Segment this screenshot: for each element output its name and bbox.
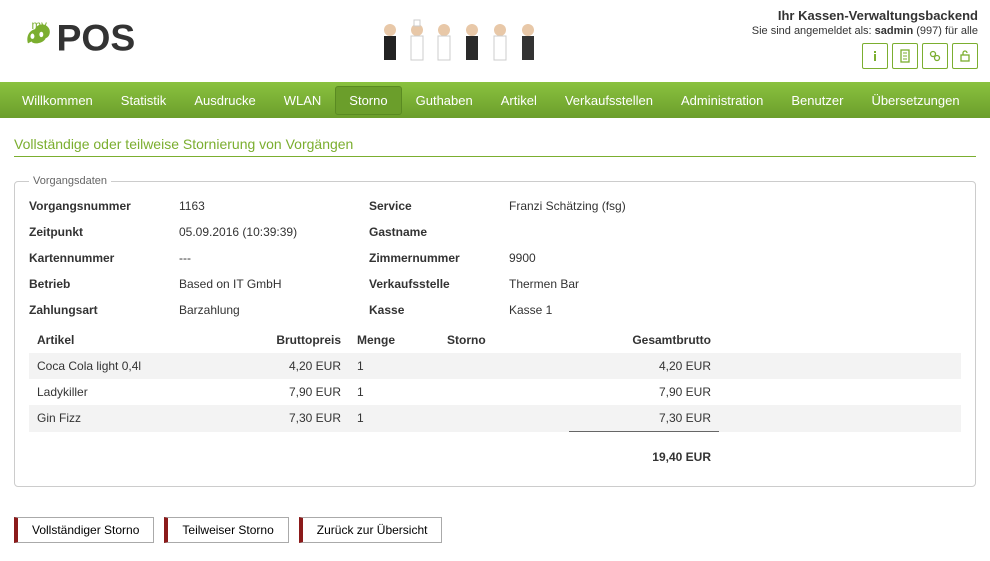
value-gastname (509, 225, 709, 239)
back-button[interactable]: Zurück zur Übersicht (299, 517, 443, 543)
nav-willkommen[interactable]: Willkommen (8, 85, 107, 116)
cell-menge: 1 (349, 353, 439, 379)
value-verkaufsstelle: Thermen Bar (509, 277, 709, 291)
value-service: Franzi Schätzing (fsg) (509, 199, 709, 213)
col-storno: Storno (439, 327, 569, 353)
label-kartennummer: Kartennummer (29, 251, 169, 265)
cell-artikel: Coca Cola light 0,4l (29, 353, 219, 379)
partial-storno-button[interactable]: Teilweiser Storno (164, 517, 288, 543)
value-kasse: Kasse 1 (509, 303, 709, 317)
cell-gesamtbrutto: 7,30 EUR (569, 405, 719, 432)
cell-bruttopreis: 4,20 EUR (219, 353, 349, 379)
label-gastname: Gastname (369, 225, 499, 239)
table-row: Coca Cola light 0,4l4,20 EUR14,20 EUR (29, 353, 961, 379)
svg-text:POS: POS (56, 16, 135, 58)
col-menge: Menge (349, 327, 439, 353)
label-betrieb: Betrieb (29, 277, 169, 291)
cell-storno (439, 379, 569, 405)
label-zeitpunkt: Zeitpunkt (29, 225, 169, 239)
col-bruttopreis: Bruttopreis (219, 327, 349, 353)
cell-bruttopreis: 7,30 EUR (219, 405, 349, 432)
total-value: 19,40 EUR (569, 444, 719, 470)
full-storno-button[interactable]: Vollständiger Storno (14, 517, 154, 543)
table-row: Gin Fizz7,30 EUR17,30 EUR (29, 405, 961, 432)
nav-statistik[interactable]: Statistik (107, 85, 181, 116)
cell-gesamtbrutto: 4,20 EUR (569, 353, 719, 379)
vorgangsdaten-fieldset: Vorgangsdaten Vorgangsnummer 1163 Servic… (14, 175, 976, 487)
cell-storno (439, 353, 569, 379)
cell-artikel: Gin Fizz (29, 405, 219, 432)
info-icon[interactable] (862, 43, 888, 69)
label-zimmernummer: Zimmernummer (369, 251, 499, 265)
table-row: Ladykiller7,90 EUR17,90 EUR (29, 379, 961, 405)
cell-menge: 1 (349, 379, 439, 405)
value-kartennummer: --- (179, 251, 359, 265)
login-status: Sie sind angemeldet als: sadmin (997) fü… (752, 25, 978, 37)
nav-verkaufsstellen[interactable]: Verkaufsstellen (551, 85, 667, 116)
nav-storno[interactable]: Storno (335, 86, 401, 115)
nav-benutzer[interactable]: Benutzer (777, 85, 857, 116)
page-title: Vollständige oder teilweise Stornierung … (14, 136, 976, 157)
label-kasse: Kasse (369, 303, 499, 317)
cell-gesamtbrutto: 7,90 EUR (569, 379, 719, 405)
col-artikel: Artikel (29, 327, 219, 353)
cell-bruttopreis: 7,90 EUR (219, 379, 349, 405)
logo: my POS (12, 8, 172, 68)
backend-title: Ihr Kassen-Verwaltungsbackend (752, 8, 978, 23)
svg-text:my: my (32, 20, 48, 32)
nav-übersetzungen[interactable]: Übersetzungen (857, 85, 973, 116)
value-zeitpunkt: 05.09.2016 (10:39:39) (179, 225, 359, 239)
nav-artikel[interactable]: Artikel (487, 85, 551, 116)
cell-storno (439, 405, 569, 432)
nav-administration[interactable]: Administration (667, 85, 777, 116)
value-betrieb: Based on IT GmbH (179, 277, 359, 291)
nav-guthaben[interactable]: Guthaben (402, 85, 487, 116)
value-vorgangsnummer: 1163 (179, 199, 359, 213)
label-verkaufsstelle: Verkaufsstelle (369, 277, 499, 291)
nav-ausdrucke[interactable]: Ausdrucke (180, 85, 269, 116)
settings-icon[interactable] (922, 43, 948, 69)
main-nav: WillkommenStatistikAusdruckeWLANStornoGu… (0, 82, 990, 118)
document-icon[interactable] (892, 43, 918, 69)
col-gesamtbrutto: Gesamtbrutto (569, 327, 719, 353)
value-zimmernummer: 9900 (509, 251, 709, 265)
value-zahlungsart: Barzahlung (179, 303, 359, 317)
label-zahlungsart: Zahlungsart (29, 303, 169, 317)
nav-wlan[interactable]: WLAN (270, 85, 336, 116)
label-service: Service (369, 199, 499, 213)
fieldset-legend: Vorgangsdaten (29, 175, 111, 187)
cell-artikel: Ladykiller (29, 379, 219, 405)
unlock-icon[interactable] (952, 43, 978, 69)
cell-menge: 1 (349, 405, 439, 432)
header-illustration (172, 8, 752, 82)
label-vorgangsnummer: Vorgangsnummer (29, 199, 169, 213)
